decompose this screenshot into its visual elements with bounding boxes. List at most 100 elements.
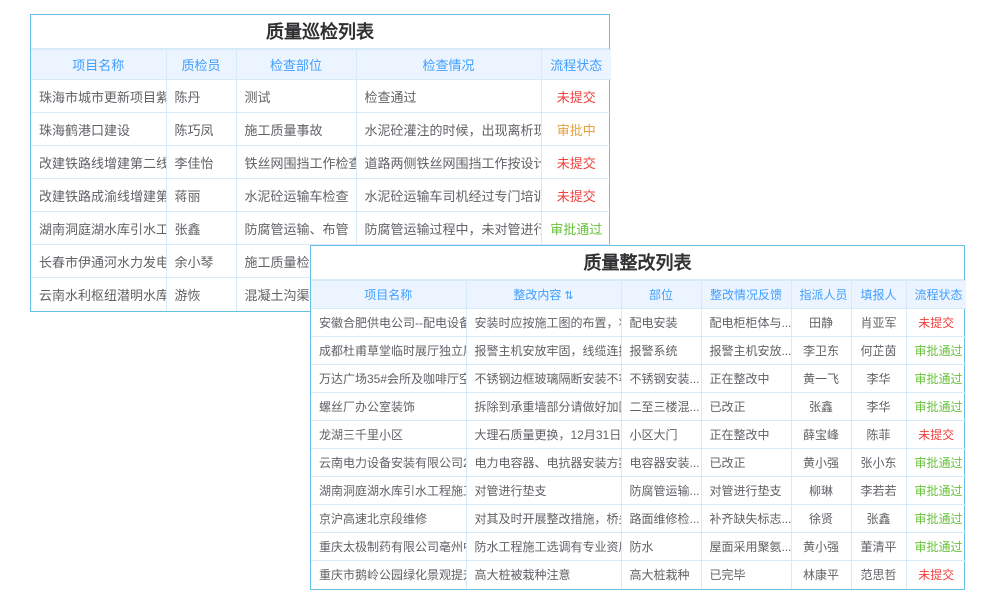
table-row: 改建铁路成渝线增建第...蒋丽水泥砼运输车检查水泥砼运输车司机经过专门培训...… (31, 179, 611, 212)
person-name: 黄一飞 (791, 365, 851, 393)
project-link[interactable]: 湖南洞庭湖水库引水工程施工1标... (311, 477, 466, 505)
person-name: 范思哲 (851, 561, 906, 589)
table-cell: 电力电容器、电抗器安装方案,... (466, 449, 621, 477)
inspection-header-row: 项目名称质检员检查部位检查情况流程状态 (31, 50, 611, 80)
status-badge: 未提交 (906, 421, 966, 449)
person-name: 肖亚军 (851, 309, 906, 337)
column-header: 整改情况反馈 (701, 281, 791, 309)
table-cell: 铁丝网围挡工作检查 (236, 146, 356, 179)
person-name: 李佳怡 (166, 146, 236, 179)
table-cell: 报警主机安放牢固，线缆连接... (466, 337, 621, 365)
table-cell: 防腐管运输过程中，未对管进行... (356, 212, 541, 245)
project-link[interactable]: 湖南洞庭湖水库引水工... (31, 212, 166, 245)
project-link[interactable]: 云南水利枢纽潜明水库... (31, 278, 166, 311)
table-row: 成都杜甫草堂临时展厅独立展...报警主机安放牢固，线缆连接...报警系统报警主机… (311, 337, 966, 365)
table-cell: 不锈钢安装... (621, 365, 701, 393)
table-cell: 已改正 (701, 393, 791, 421)
table-cell: 施工质量事故 (236, 113, 356, 146)
table-row: 龙湖三千里小区大理石质量更换，12月31日之...小区大门正在整改中薛宝峰陈菲未… (311, 421, 966, 449)
table-cell: 安装时应按施工图的布置，将... (466, 309, 621, 337)
table-cell: 防腐管运输... (621, 477, 701, 505)
column-header: 指派人员 (791, 281, 851, 309)
table-cell: 对其及时开展整改措施，桥头... (466, 505, 621, 533)
person-name: 林康平 (791, 561, 851, 589)
person-name: 张小东 (851, 449, 906, 477)
column-header-label: 填报人 (860, 288, 896, 302)
project-link[interactable]: 珠海市城市更新项目紫... (31, 80, 166, 113)
column-header-label: 整改内容 (513, 288, 561, 302)
status-badge: 审批通过 (906, 449, 966, 477)
project-link[interactable]: 京沪高速北京段维修 (311, 505, 466, 533)
person-name: 黄小强 (791, 533, 851, 561)
project-link[interactable]: 珠海鹤港口建设 (31, 113, 166, 146)
column-header: 整改内容⇅ (466, 281, 621, 309)
column-header-label: 指派人员 (800, 288, 848, 302)
project-link[interactable]: 螺丝厂办公室装饰 (311, 393, 466, 421)
table-row: 珠海鹤港口建设陈巧凤施工质量事故水泥砼灌注的时候，出现离析现象审批中 (31, 113, 611, 146)
table-cell: 正在整改中 (701, 365, 791, 393)
project-link[interactable]: 改建铁路线增建第二线... (31, 146, 166, 179)
project-link[interactable]: 重庆市鹅岭公园绿化景观提升... (311, 561, 466, 589)
project-link[interactable]: 长春市伊通河水力发电... (31, 245, 166, 278)
table-cell: 不锈钢边框玻璃隔断安装不牢... (466, 365, 621, 393)
project-link[interactable]: 改建铁路成渝线增建第... (31, 179, 166, 212)
project-link[interactable]: 龙湖三千里小区 (311, 421, 466, 449)
table-cell: 水泥砼灌注的时候，出现离析现象 (356, 113, 541, 146)
person-name: 李卫东 (791, 337, 851, 365)
person-name: 游恢 (166, 278, 236, 311)
column-header-label: 项目名称 (364, 288, 412, 302)
status-badge: 审批通过 (906, 505, 966, 533)
table-cell: 高大桩被栽种注意 (466, 561, 621, 589)
status-badge: 审批中 (541, 113, 611, 146)
status-badge: 审批通过 (906, 533, 966, 561)
column-header-label: 部位 (649, 288, 673, 302)
rectification-table: 项目名称 整改内容⇅ 部位 整改情况反馈指派人员填报人 流程状态 安徽合肥供电公司--配… (311, 280, 966, 589)
person-name: 蒋丽 (166, 179, 236, 212)
person-name: 陈丹 (166, 80, 236, 113)
page: 质量巡检列表 项目名称质检员检查部位检查情况流程状态 珠海市城市更新项目紫...… (0, 0, 1000, 600)
rectification-header-row: 项目名称 整改内容⇅ 部位 整改情况反馈指派人员填报人 流程状态 (311, 281, 966, 309)
table-cell: 检查通过 (356, 80, 541, 113)
person-name: 董清平 (851, 533, 906, 561)
person-name: 何芷茵 (851, 337, 906, 365)
person-name: 余小琴 (166, 245, 236, 278)
status-badge: 审批通过 (906, 477, 966, 505)
table-row: 京沪高速北京段维修对其及时开展整改措施，桥头...路面维修检...补齐缺失标志.… (311, 505, 966, 533)
column-header-label: 检查部位 (270, 58, 322, 73)
project-link[interactable]: 云南电力设备安装有限公司20... (311, 449, 466, 477)
table-cell: 正在整改中 (701, 421, 791, 449)
table-cell: 报警主机安放... (701, 337, 791, 365)
project-link[interactable]: 安徽合肥供电公司--配电设备... (311, 309, 466, 337)
rectification-table-title: 质量整改列表 (311, 246, 964, 280)
table-row: 湖南洞庭湖水库引水工程施工1标...对管进行垫支防腐管运输...对管进行垫支柳琳… (311, 477, 966, 505)
table-cell: 防水工程施工选调有专业资质... (466, 533, 621, 561)
status-badge: 审批通过 (906, 337, 966, 365)
table-cell: 对管进行垫支 (701, 477, 791, 505)
table-cell: 小区大门 (621, 421, 701, 449)
table-cell: 拆除到承重墙部分请做好加固... (466, 393, 621, 421)
table-cell: 配电柜柜体与... (701, 309, 791, 337)
table-cell: 路面维修检... (621, 505, 701, 533)
status-badge: 未提交 (906, 561, 966, 589)
person-name: 陈菲 (851, 421, 906, 449)
table-row: 万达广场35#会所及咖啡厅空...不锈钢边框玻璃隔断安装不牢...不锈钢安装..… (311, 365, 966, 393)
project-link[interactable]: 成都杜甫草堂临时展厅独立展... (311, 337, 466, 365)
column-header-label: 项目名称 (72, 58, 124, 73)
column-header: 部位 (621, 281, 701, 309)
table-cell: 电容器安装... (621, 449, 701, 477)
status-badge: 审批通过 (906, 365, 966, 393)
table-cell: 道路两侧铁丝网围挡工作按设计... (356, 146, 541, 179)
column-header: 填报人 (851, 281, 906, 309)
person-name: 李华 (851, 393, 906, 421)
table-cell: 防腐管运输、布管 (236, 212, 356, 245)
project-link[interactable]: 万达广场35#会所及咖啡厅空... (311, 365, 466, 393)
column-header-label: 流程状态 (915, 288, 963, 302)
status-badge: 未提交 (906, 309, 966, 337)
status-badge: 审批通过 (541, 212, 611, 245)
table-row: 螺丝厂办公室装饰拆除到承重墙部分请做好加固...二至三楼混...已改正张鑫李华审… (311, 393, 966, 421)
project-link[interactable]: 重庆太极制药有限公司亳州中... (311, 533, 466, 561)
column-header: 流程状态 (541, 50, 611, 80)
sort-icon[interactable]: ⇅ (564, 290, 573, 302)
status-badge: 审批通过 (906, 393, 966, 421)
column-header: 流程状态 (906, 281, 966, 309)
